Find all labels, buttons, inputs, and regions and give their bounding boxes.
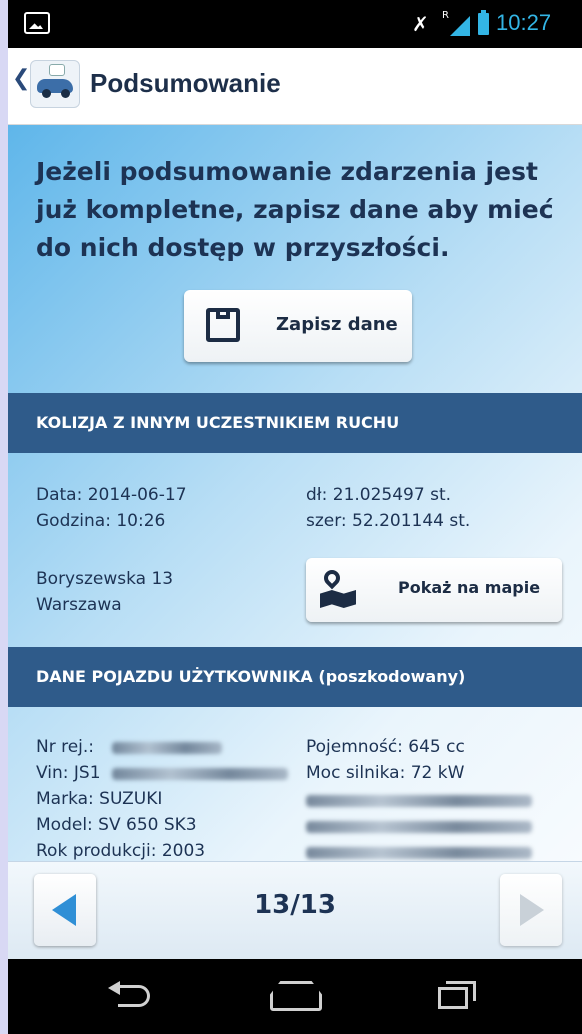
battery-icon [478, 10, 489, 35]
engine-power: Moc silnika: 72 kW [306, 763, 465, 783]
floppy-disk-icon [206, 308, 240, 342]
redacted-vin [112, 768, 288, 780]
show-on-map-button[interactable]: Pokaż na mapie [306, 558, 562, 622]
phone-screen: ✗ 10:27 ❮ Podsumowanie Jeżeli podsumowan… [8, 0, 582, 1034]
redacted-registration [112, 742, 222, 754]
back-icon[interactable] [108, 981, 154, 1009]
event-time: Godzina: 10:26 [36, 511, 166, 531]
next-page-button[interactable] [500, 874, 562, 946]
engine-capacity: Pojemność: 645 cc [306, 737, 465, 757]
system-navigation-bar [8, 959, 582, 1034]
status-bar: ✗ 10:27 [8, 0, 582, 48]
redacted-line [306, 821, 532, 833]
home-icon[interactable] [270, 981, 322, 1011]
vin-label: Vin: JS1 [36, 763, 101, 783]
page-title: Podsumowanie [90, 68, 281, 98]
intro-text: Jeżeli podsumowanie zdarzenia jest już k… [36, 157, 554, 262]
show-on-map-label: Pokaż na mapie [398, 578, 541, 597]
recent-apps-icon[interactable] [438, 981, 476, 1009]
redacted-line [306, 847, 532, 859]
page-counter: 13/13 [254, 890, 336, 920]
collision-section-header: KOLIZJA Z INNYM UCZESTNIKIEM RUCHU [8, 393, 582, 453]
signal-icon [442, 10, 470, 36]
longitude: dł: 21.025497 st. [306, 485, 452, 505]
save-data-button[interactable]: Zapisz dane [184, 290, 412, 362]
map-pin-icon [320, 566, 356, 608]
address-street: Boryszewska 13 [36, 569, 174, 589]
redacted-line [306, 795, 532, 807]
summary-content[interactable]: Jeżeli podsumowanie zdarzenia jest już k… [8, 125, 582, 861]
latitude: szer: 52.201144 st. [306, 511, 471, 531]
car-accident-logo-icon[interactable] [30, 60, 80, 108]
production-year: Rok produkcji: 2003 [36, 841, 206, 861]
registration-label: Nr rej.: [36, 737, 95, 757]
image-icon [24, 12, 50, 34]
event-date: Data: 2014-06-17 [36, 485, 187, 505]
vehicle-model: Model: SV 650 SK3 [36, 815, 197, 835]
action-bar: ❮ Podsumowanie [8, 48, 582, 125]
save-button-label: Zapisz dane [276, 314, 398, 335]
status-time: 10:27 [496, 10, 552, 35]
back-chevron-icon[interactable]: ❮ [12, 66, 30, 91]
mute-icon: ✗ [412, 12, 429, 36]
address-city: Warszawa [36, 595, 122, 615]
vehicle-section-header: DANE POJAZDU UŻYTKOWNIKA (poszkodowany) [8, 647, 582, 707]
vehicle-make: Marka: SUZUKI [36, 789, 163, 809]
pager-bar: 13/13 [8, 861, 582, 960]
